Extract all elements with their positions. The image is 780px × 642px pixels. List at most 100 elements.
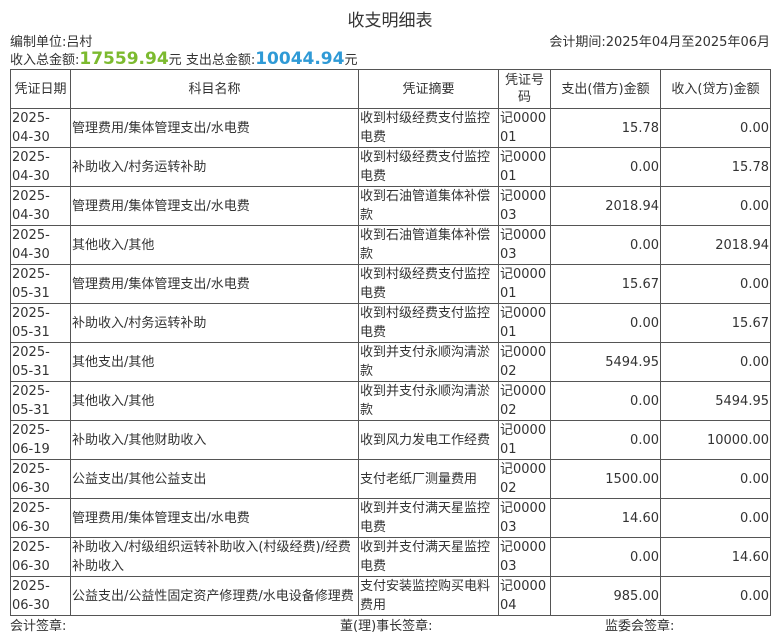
table-row: 2025-05-31 管理费用/集体管理支出/水电费 收到村级经费支付监控电费 记00… [10, 264, 771, 304]
cell-voucher: 记000003 [498, 225, 551, 265]
cell-debit: 0.00 [550, 147, 661, 187]
cell-credit: 0.00 [660, 186, 771, 226]
ledger-table: 凭证日期 科目名称 凭证摘要 凭证号码 支出(借方)金额 收入(贷方)金额 20… [10, 69, 771, 616]
cell-date: 2025-06-30 [10, 459, 71, 499]
column-header-date: 凭证日期 [10, 69, 71, 109]
expense-total-value: 10044.94 [255, 49, 345, 69]
table-row: 2025-06-30 公益支出/公益性固定资产修理费/水电设备修理费 支付安装监控购… [10, 576, 771, 616]
cell-date: 2025-05-31 [10, 381, 71, 421]
cell-voucher: 记000001 [498, 303, 551, 343]
column-header-subject: 科目名称 [70, 69, 359, 109]
cell-voucher: 记000003 [498, 498, 551, 538]
cell-date: 2025-04-30 [10, 225, 71, 265]
table-row: 2025-05-31 其他支出/其他 收到并支付永顺沟清淤款 记000002 5494.… [10, 342, 771, 382]
cell-summary: 支付安装监控购买电料费用 [358, 576, 499, 616]
expense-total-unit: 元 [344, 53, 358, 68]
cell-credit: 2018.94 [660, 225, 771, 265]
cell-subject: 补助收入/村务运转补助 [70, 303, 359, 343]
cell-summary: 收到村级经费支付监控电费 [358, 264, 499, 304]
cell-debit: 15.78 [550, 108, 661, 148]
cell-debit: 5494.95 [550, 342, 661, 382]
cell-summary: 收到并支付永顺沟清淤款 [358, 342, 499, 382]
cell-credit: 10000.00 [660, 420, 771, 460]
cell-voucher: 记000001 [498, 147, 551, 187]
cell-date: 2025-06-19 [10, 420, 71, 460]
table-row: 2025-04-30 其他收入/其他 收到石油管道集体补偿款 记000003 0.00 2… [10, 225, 771, 265]
expense-total-label: 支出总金额: [185, 53, 256, 68]
ledger-page: 收支明细表 编制单位:吕村 会计期间:2025年04月至2025年06月 收入总… [0, 0, 780, 642]
cell-subject: 补助收入/村务运转补助 [70, 147, 359, 187]
cell-debit: 985.00 [550, 576, 661, 616]
cell-credit: 0.00 [660, 264, 771, 304]
cell-debit: 0.00 [550, 537, 661, 577]
cell-voucher: 记000003 [498, 186, 551, 226]
cell-subject: 其他支出/其他 [70, 342, 359, 382]
ledger-body: 2025-04-30 管理费用/集体管理支出/水电费 收到村级经费支付监控电费 记00… [10, 108, 771, 616]
table-row: 2025-06-19 补助收入/其他财助收入 收到风力发电工作经费 记000001 0.… [10, 420, 771, 460]
cell-date: 2025-06-30 [10, 576, 71, 616]
cell-debit: 0.00 [550, 381, 661, 421]
cell-summary: 收到村级经费支付监控电费 [358, 147, 499, 187]
totals-line: 收入总金额:17559.94元 支出总金额:10044.94元 [10, 49, 357, 69]
income-total-label: 收入总金额: [10, 53, 80, 68]
column-header-voucher: 凭证号码 [498, 69, 551, 109]
table-row: 2025-04-30 管理费用/集体管理支出/水电费 收到石油管道集体补偿款 记000… [10, 186, 771, 226]
cell-summary: 收到并支付满天星监控电费 [358, 498, 499, 538]
cell-date: 2025-05-31 [10, 303, 71, 343]
cell-summary: 收到风力发电工作经费 [358, 420, 499, 460]
cell-credit: 0.00 [660, 576, 771, 616]
cell-voucher: 记000002 [498, 459, 551, 499]
cell-subject: 公益支出/其他公益支出 [70, 459, 359, 499]
table-row: 2025-04-30 补助收入/村务运转补助 收到村级经费支付监控电费 记000001… [10, 147, 771, 187]
cell-summary: 收到村级经费支付监控电费 [358, 108, 499, 148]
table-row: 2025-06-30 补助收入/村级组织运转补助收入(村级经费)/经费补助收入 收到… [10, 537, 771, 577]
cell-credit: 15.78 [660, 147, 771, 187]
cell-subject: 其他收入/其他 [70, 225, 359, 265]
cell-debit: 14.60 [550, 498, 661, 538]
cell-voucher: 记000004 [498, 576, 551, 616]
cell-date: 2025-04-30 [10, 186, 71, 226]
table-row: 2025-04-30 管理费用/集体管理支出/水电费 收到村级经费支付监控电费 记00… [10, 108, 771, 148]
cell-credit: 0.00 [660, 108, 771, 148]
cell-voucher: 记000001 [498, 108, 551, 148]
cell-voucher: 记000002 [498, 381, 551, 421]
cell-date: 2025-06-30 [10, 498, 71, 538]
table-row: 2025-06-30 管理费用/集体管理支出/水电费 收到并支付满天星监控电费 记00… [10, 498, 771, 538]
cell-credit: 5494.95 [660, 381, 771, 421]
table-row: 2025-06-30 公益支出/其他公益支出 支付老纸厂测量费用 记000002 150… [10, 459, 771, 499]
director-signature: 董(理)事长签章: [340, 619, 433, 634]
cell-credit: 0.00 [660, 459, 771, 499]
column-header-debit: 支出(借方)金额 [550, 69, 661, 109]
cell-credit: 15.67 [660, 303, 771, 343]
accounting-period-label: 会计期间: [549, 35, 606, 50]
cell-subject: 其他收入/其他 [70, 381, 359, 421]
cell-subject: 补助收入/其他财助收入 [70, 420, 359, 460]
column-header-summary: 凭证摘要 [358, 69, 499, 109]
cell-voucher: 记000002 [498, 342, 551, 382]
cell-voucher: 记000003 [498, 537, 551, 577]
page-title: 收支明细表 [347, 11, 433, 31]
cell-voucher: 记000001 [498, 264, 551, 304]
cell-credit: 14.60 [660, 537, 771, 577]
compile-unit: 编制单位:吕村 [10, 31, 92, 50]
supervisor-signature: 监委会签章: [605, 619, 675, 634]
cell-debit: 0.00 [550, 225, 661, 265]
cell-debit: 0.00 [550, 420, 661, 460]
accountant-signature: 会计签章: [10, 619, 67, 634]
cell-subject: 补助收入/村级组织运转补助收入(村级经费)/经费补助收入 [70, 537, 359, 577]
table-row: 2025-05-31 其他收入/其他 收到并支付永顺沟清淤款 记000002 0.00 5… [10, 381, 771, 421]
cell-subject: 管理费用/集体管理支出/水电费 [70, 498, 359, 538]
cell-summary: 收到并支付满天星监控电费 [358, 537, 499, 577]
cell-voucher: 记000001 [498, 420, 551, 460]
cell-date: 2025-04-30 [10, 108, 71, 148]
income-total-unit: 元 [168, 53, 182, 68]
cell-subject: 管理费用/集体管理支出/水电费 [70, 264, 359, 304]
cell-date: 2025-06-30 [10, 537, 71, 577]
cell-credit: 0.00 [660, 342, 771, 382]
cell-debit: 1500.00 [550, 459, 661, 499]
cell-summary: 收到并支付永顺沟清淤款 [358, 381, 499, 421]
table-header-row: 凭证日期 科目名称 凭证摘要 凭证号码 支出(借方)金额 收入(贷方)金额 [10, 69, 771, 109]
income-total-value: 17559.94 [79, 49, 169, 69]
cell-subject: 管理费用/集体管理支出/水电费 [70, 186, 359, 226]
cell-date: 2025-04-30 [10, 147, 71, 187]
